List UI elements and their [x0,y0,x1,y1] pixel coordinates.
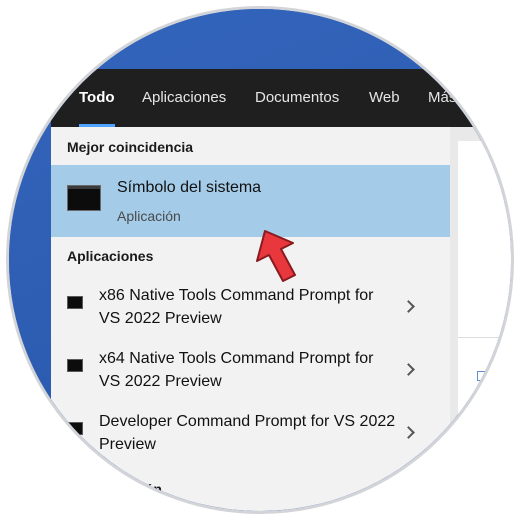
apps-heading: Aplicaciones [67,248,154,264]
tab-mas[interactable]: Más [428,69,456,127]
preview-card [458,141,511,511]
pointer-arrow-icon [256,230,296,282]
app-result-label: Developer Command Prompt for VS 2022 Pre… [99,413,396,453]
preview-pane [450,127,511,511]
app-result-label: x86 Native Tools Command Prompt for VS 2… [99,287,374,327]
best-match-title: Símbolo del sistema [117,179,262,196]
search-results-panel: Mejor coincidencia Símbolo del sistema A… [51,127,450,511]
app-result-x64-native-tools[interactable]: x64 Native Tools Command Prompt for VS 2… [51,347,450,409]
tab-documentos[interactable]: Documentos [255,69,339,127]
app-result-developer-command-prompt[interactable]: Developer Command Prompt for VS 2022 Pre… [51,410,450,472]
command-prompt-icon [67,185,101,211]
command-prompt-icon [67,422,83,435]
app-result-x86-native-tools[interactable]: x86 Native Tools Command Prompt for VS 2… [51,284,450,346]
magnified-view: Todo Aplicaciones Documentos Web Más Mej… [6,6,514,514]
chevron-right-icon[interactable] [402,363,415,376]
best-match-heading: Mejor coincidencia [67,139,194,155]
app-result-label: x64 Native Tools Command Prompt for VS 2… [99,350,374,390]
settings-heading: Configuración [67,481,162,497]
preview-divider [458,337,511,338]
tab-aplicaciones[interactable]: Aplicaciones [142,69,226,127]
search-tab-bar: Todo Aplicaciones Documentos Web Más [51,69,511,127]
tab-web[interactable]: Web [369,69,400,127]
chevron-right-icon[interactable] [402,426,415,439]
command-prompt-icon [67,296,83,309]
best-match-subtitle: Aplicación [117,208,181,224]
chevron-right-icon[interactable] [402,300,415,313]
open-icon[interactable] [477,371,487,381]
best-match-result[interactable]: Símbolo del sistema Aplicación [51,165,450,237]
command-prompt-icon [67,359,83,372]
tab-todo[interactable]: Todo [79,69,115,127]
